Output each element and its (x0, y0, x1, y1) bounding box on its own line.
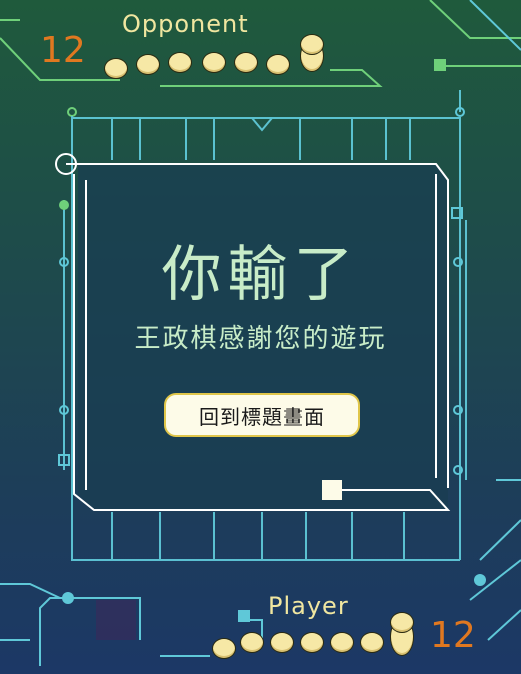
player-coin (330, 632, 354, 653)
opponent-coin (234, 52, 258, 73)
opponent-coin (136, 54, 160, 75)
player-coin (270, 632, 294, 653)
player-score: 12 (430, 615, 476, 656)
opponent-coin (266, 54, 290, 75)
opponent-coin (104, 58, 128, 79)
player-coin (240, 632, 264, 653)
opponent-coin (202, 52, 226, 73)
player-coin-row (212, 612, 422, 662)
player-coin (300, 632, 324, 653)
opponent-coin (168, 52, 192, 73)
opponent-score: 12 (40, 30, 86, 71)
result-subtitle: 王政棋感謝您的遊玩 (134, 324, 387, 354)
player-coin-stack-top (390, 612, 414, 633)
result-title: 你輸了 (161, 240, 360, 310)
player-coin (360, 632, 384, 653)
player-coin (212, 638, 236, 659)
opponent-coin-row (104, 30, 334, 80)
opponent-coin-stack-top (300, 34, 324, 55)
game-over-screen: Opponent 12 你輸了 王政棋感謝您的遊玩 回到標題畫面 Player … (0, 0, 521, 674)
return-to-title-button[interactable]: 回到標題畫面 (164, 393, 360, 437)
